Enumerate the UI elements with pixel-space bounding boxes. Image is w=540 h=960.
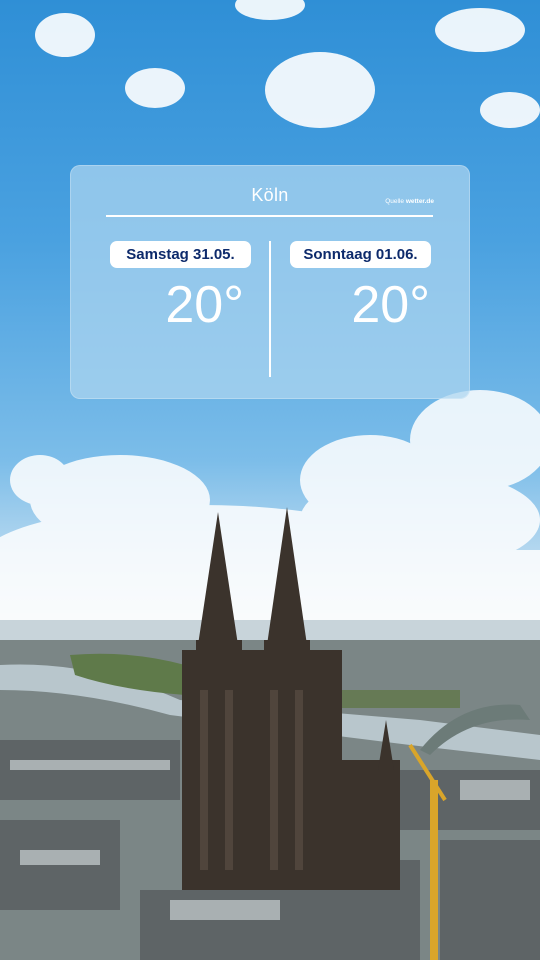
weather-forecast-card: Köln Quelle wetter.de Samstag 31.05. 20°… <box>70 165 470 399</box>
day-label-saturday: Samstag 31.05. <box>110 241 251 268</box>
day-label-sunday: Sonntaag 01.06. <box>290 241 431 268</box>
source-site: wetter.de <box>405 198 434 205</box>
temperature-saturday: 20° <box>165 276 244 334</box>
source-label: Quelle wetter.de <box>385 198 434 205</box>
header-divider <box>106 215 433 217</box>
day-divider <box>269 241 271 377</box>
cologne-cathedral-background-photo <box>0 0 540 960</box>
temperature-sunday: 20° <box>351 276 430 334</box>
source-prefix: Quelle <box>385 198 404 205</box>
